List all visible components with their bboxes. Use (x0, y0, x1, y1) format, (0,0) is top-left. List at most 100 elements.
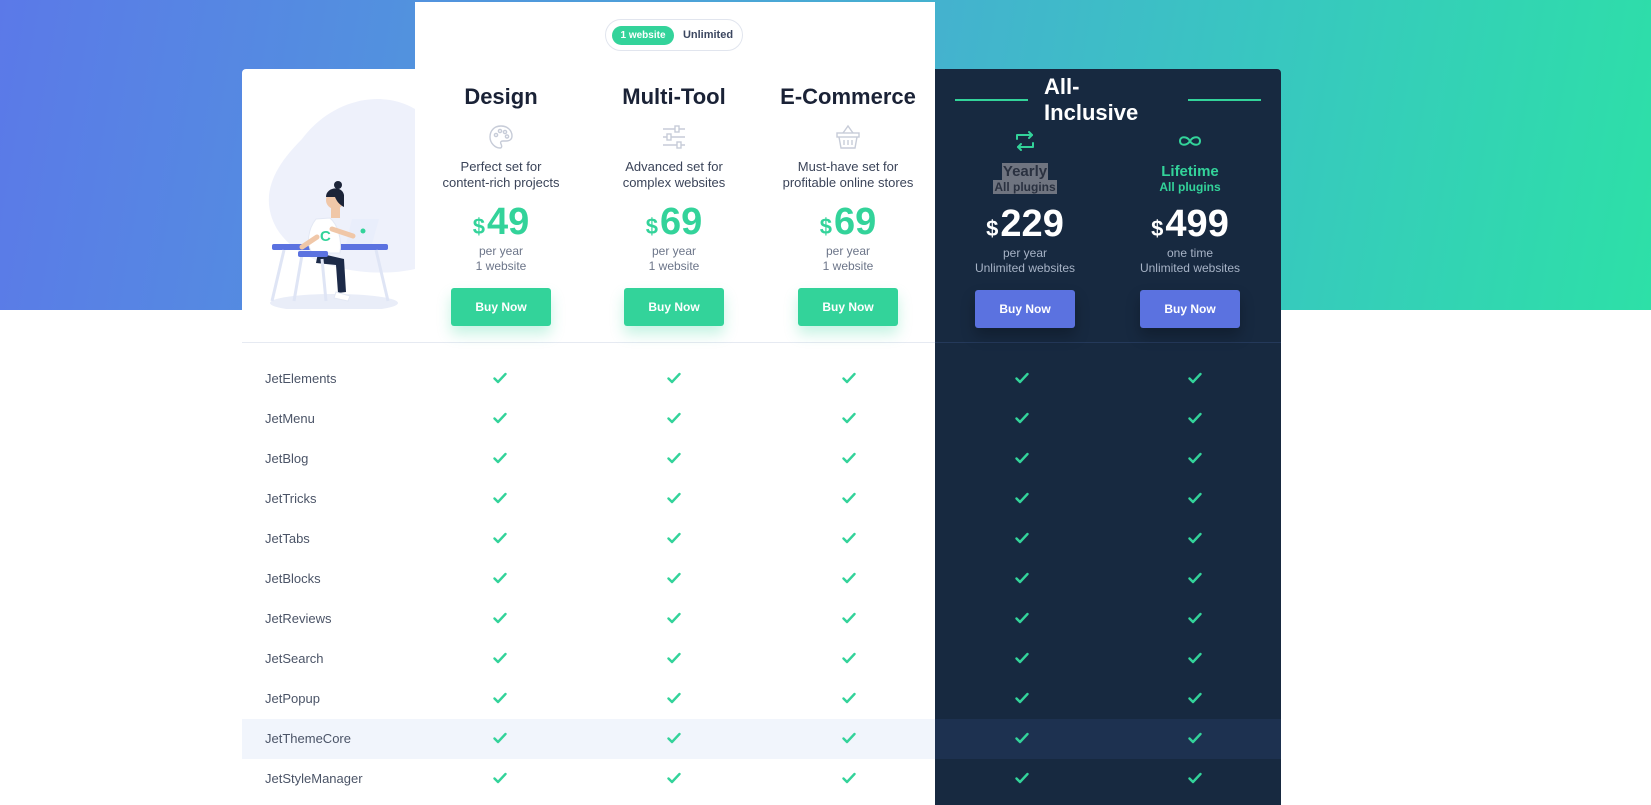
feature-name: JetStyleManager (265, 771, 363, 786)
plan-description-line: profitable online stores (782, 175, 914, 190)
check-icon (842, 532, 856, 544)
table-row: JetTricks (242, 479, 1281, 519)
plan-period: per year (651, 244, 697, 258)
check-icon (493, 692, 507, 704)
check-icon (667, 492, 681, 504)
price-currency: $ (1151, 216, 1164, 241)
price-amount: 229 (1000, 203, 1064, 245)
check-icon (493, 372, 507, 384)
plan-description-line: Perfect set for (460, 159, 542, 174)
check-icon (842, 652, 856, 664)
table-row: JetTabs (242, 519, 1281, 559)
table-row: JetMenu (242, 399, 1281, 439)
buy-now-button-multi-tool[interactable]: Buy Now (624, 288, 724, 326)
table-row: JetThemeCore (242, 719, 1281, 759)
check-icon (1015, 492, 1029, 504)
plan-sublabel-text: All plugins (993, 180, 1057, 194)
table-row: JetBlog (242, 439, 1281, 479)
check-icon (493, 492, 507, 504)
check-icon (1188, 532, 1202, 544)
feature-name: JetBlog (265, 451, 309, 466)
plan-sites: 1 website (822, 259, 874, 273)
basket-icon (763, 121, 933, 153)
plan-description: Advanced set for complex websites (589, 159, 759, 191)
price-amount: 69 (659, 201, 703, 243)
check-icon (1188, 372, 1202, 384)
svg-text:C: C (320, 228, 331, 245)
check-icon (1015, 532, 1029, 544)
price-amount: 69 (833, 201, 877, 243)
check-icon (842, 692, 856, 704)
check-icon (493, 572, 507, 584)
buy-now-button-yearly[interactable]: Buy Now (975, 290, 1075, 328)
price-currency: $ (986, 216, 999, 241)
plan-description: Must-have set for profitable online stor… (763, 159, 933, 191)
license-toggle[interactable]: 1 website Unlimited (605, 19, 743, 51)
check-icon (1015, 452, 1029, 464)
plan-label-text: Yearly (1001, 163, 1049, 180)
check-icon (1188, 772, 1202, 784)
check-icon (1188, 452, 1202, 464)
check-icon (1015, 732, 1029, 744)
price-currency: $ (819, 214, 832, 239)
plan-lifetime: Lifetime All plugins $499 one time Unlim… (1105, 118, 1275, 328)
check-icon (493, 652, 507, 664)
check-icon (1015, 772, 1029, 784)
plan-sublabel: All plugins (940, 180, 1110, 195)
header-decor-line (955, 99, 1029, 101)
check-icon (667, 532, 681, 544)
table-row: JetElements (242, 359, 1281, 399)
plan-period: one time (1166, 246, 1214, 260)
check-icon (493, 732, 507, 744)
check-icon (842, 772, 856, 784)
repeat-icon (940, 125, 1110, 157)
check-icon (1015, 372, 1029, 384)
buy-now-button-design[interactable]: Buy Now (451, 288, 551, 326)
check-icon (842, 492, 856, 504)
check-icon (667, 372, 681, 384)
plan-sublabel: All plugins (1159, 180, 1221, 194)
check-icon (667, 692, 681, 704)
plan-price: $49 (416, 202, 586, 244)
check-icon (1188, 612, 1202, 624)
plan-title: Design (464, 84, 538, 109)
check-icon (667, 732, 681, 744)
plan-period: per year (478, 244, 524, 258)
plan-period: per year (1002, 246, 1048, 260)
check-icon (493, 532, 507, 544)
check-icon (842, 452, 856, 464)
check-icon (493, 772, 507, 784)
plan-description-line: Advanced set for (625, 159, 723, 174)
plan-price: $499 (1105, 204, 1275, 246)
feature-name: JetMenu (265, 411, 315, 426)
check-icon (842, 732, 856, 744)
check-icon (842, 372, 856, 384)
check-icon (1188, 692, 1202, 704)
check-icon (1188, 412, 1202, 424)
all-inclusive-header: All-Inclusive (955, 74, 1262, 125)
plan-e-commerce: E-Commerce Must-have set for profitable … (763, 82, 933, 326)
plan-label: Lifetime (1161, 163, 1219, 180)
plan-title: Multi-Tool (622, 84, 726, 109)
check-icon (493, 612, 507, 624)
check-icon (842, 572, 856, 584)
toggle-option-1-website[interactable]: 1 website (612, 26, 674, 45)
check-icon (667, 772, 681, 784)
feature-name: JetElements (265, 371, 337, 386)
plan-sites: 1 website (475, 259, 527, 273)
check-icon (1015, 612, 1029, 624)
price-amount: 49 (486, 201, 530, 243)
check-icon (667, 572, 681, 584)
buy-now-button-e-commerce[interactable]: Buy Now (798, 288, 898, 326)
plan-label: Yearly (940, 163, 1110, 180)
table-row: JetSearch (242, 639, 1281, 679)
check-icon (1015, 572, 1029, 584)
palette-icon (416, 121, 586, 153)
plan-price: $69 (589, 202, 759, 244)
infinity-icon (1105, 125, 1275, 157)
buy-now-button-lifetime[interactable]: Buy Now (1140, 290, 1240, 328)
check-icon (842, 412, 856, 424)
table-row: JetBlocks (242, 559, 1281, 599)
toggle-option-unlimited[interactable]: Unlimited (678, 26, 738, 45)
plan-title: E-Commerce (780, 84, 916, 109)
